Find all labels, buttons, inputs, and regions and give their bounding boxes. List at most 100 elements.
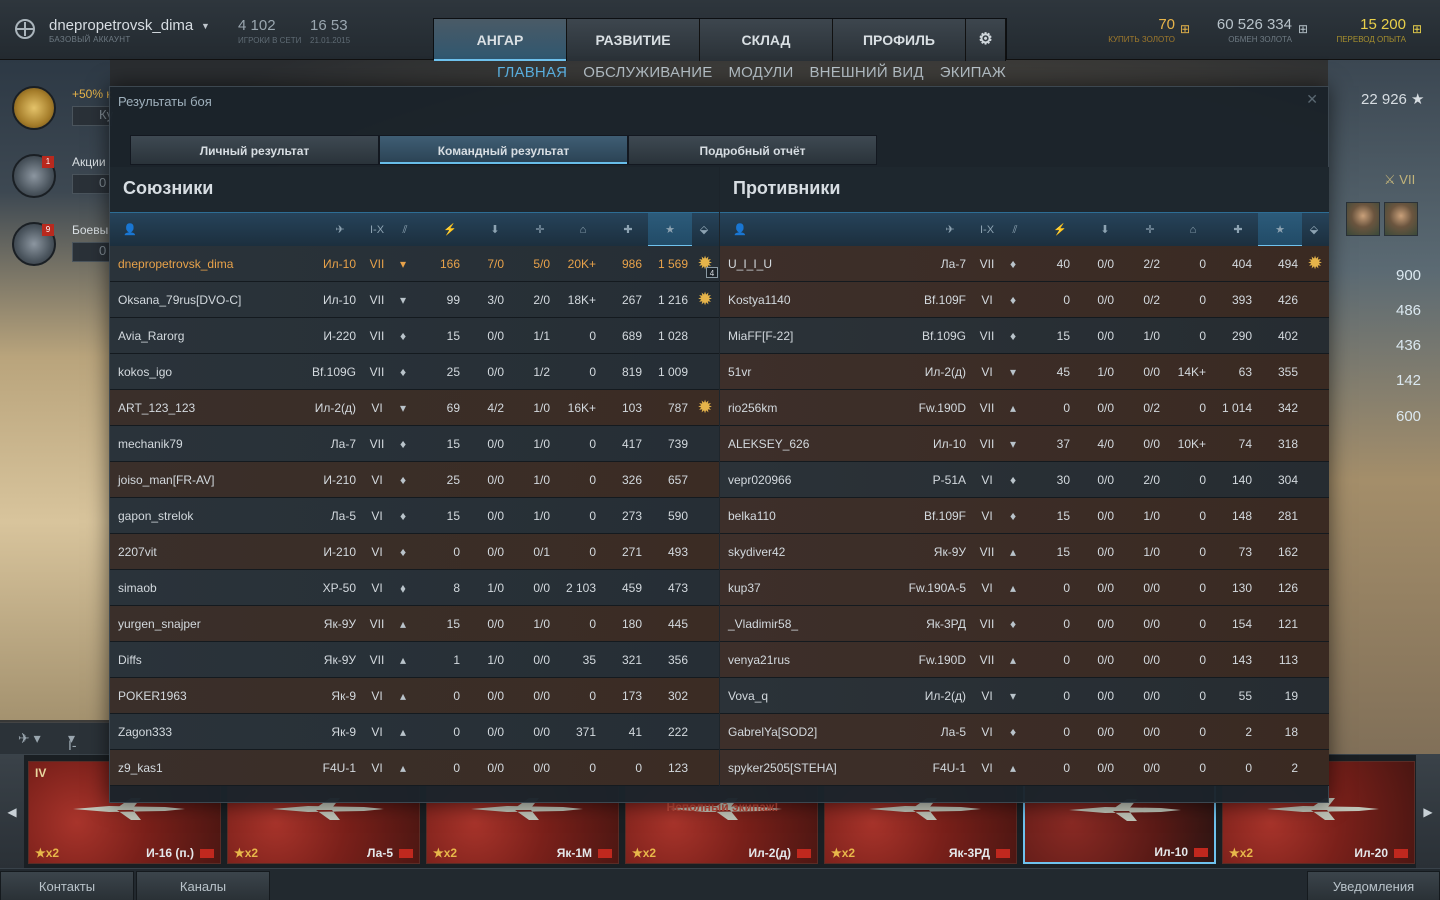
contacts-button[interactable]: Контакты <box>0 871 134 900</box>
player-column-icon[interactable]: 👤 <box>110 213 150 247</box>
subnav-service[interactable]: ОБСЛУЖИВАНИЕ <box>575 64 720 81</box>
ally-row[interactable]: dnepropetrovsk_dima Ил-10 VII ▾ 166 7/0 5/0 20K… <box>110 246 719 282</box>
enemy-row[interactable]: 51vr Ил-2(д) VI ▾ 45 1/0 0/0 14K+ 63 355 <box>720 354 1329 390</box>
enemy-row[interactable]: Vova_q Ил-2(д) VI ▾ 0 0/0 0/0 0 55 19 <box>720 678 1329 714</box>
assists-column-icon[interactable]: ✚ <box>1220 213 1256 247</box>
ally-row[interactable]: mechanik79 Ла-7 VII ♦ 15 0/0 1/0 0 417 739 <box>110 426 719 462</box>
xp-convert-icon[interactable]: ⊞ <box>1412 22 1422 36</box>
medal-icon[interactable]: ✹ <box>692 286 718 312</box>
ally-row[interactable]: joiso_man[FR-AV] И-210 VI ♦ 25 0/0 1/0 0 326 657 <box>110 462 719 498</box>
nation-filter-icon[interactable]: ✈ ▾ <box>18 730 41 747</box>
cell-plane: P-51A <box>932 473 966 487</box>
tab-profile[interactable]: ПРОФИЛЬ <box>833 19 966 61</box>
aircraft-column-icon[interactable]: ✈ <box>315 213 365 247</box>
tab-hangar[interactable]: АНГАР <box>434 19 567 61</box>
enemy-row[interactable]: venya21rus Fw.190D VII ▴ 0 0/0 0/0 0 143 113 <box>720 642 1329 678</box>
cell-type: ▾ <box>1009 365 1017 379</box>
enemy-row[interactable]: Kostya1140 Bf.109F VI ♦ 0 0/0 0/2 0 393 426 <box>720 282 1329 318</box>
enemy-row[interactable]: vepr020966 P-51A VI ♦ 30 0/0 2/0 0 140 304 <box>720 462 1329 498</box>
medal-icon[interactable]: ✹ <box>692 394 718 420</box>
enemy-row[interactable]: MiaFF[F-22] Bf.109G VII ♦ 15 0/0 1/0 0 290 402 <box>720 318 1329 354</box>
credits-balance[interactable]: 60 526 334 ОБМЕН ЗОЛОТА <box>1208 16 1292 44</box>
tier-column-header[interactable]: I-X <box>365 213 389 247</box>
enemy-row[interactable]: skydiver42 Як-9У VII ▴ 15 0/0 1/0 0 73 162 <box>720 534 1329 570</box>
tab-depot[interactable]: СКЛАД <box>700 19 833 61</box>
tab-team-result[interactable]: Командный результат <box>379 135 628 165</box>
ground-kills-column-icon[interactable]: ⬇ <box>480 213 510 247</box>
ally-row[interactable]: Avia_Rarorg И-220 VII ♦ 15 0/0 1/1 0 689 1 028 <box>110 318 719 354</box>
ally-row[interactable]: Oksana_79rus[DVO-C] Ил-10 VII ▾ 99 3/0 2/0 18K+… <box>110 282 719 318</box>
ally-row[interactable]: z9_kas1 F4U-1 VI ▴ 0 0/0 0/0 0 0 123 <box>110 750 719 786</box>
cell-c: 18K+ <box>567 293 596 307</box>
channels-button[interactable]: Каналы <box>136 871 270 900</box>
subnav-main[interactable]: ГЛАВНАЯ <box>489 64 575 81</box>
credits-exchange-icon[interactable]: ⊞ <box>1298 22 1308 36</box>
score-column-icon[interactable]: ★ <box>1258 213 1302 247</box>
carousel-right-arrow[interactable]: ▶ <box>1416 755 1440 869</box>
air-kills-column-icon[interactable]: ✛ <box>525 213 555 247</box>
crew-gunner-avatar[interactable] <box>1384 202 1418 236</box>
ally-row[interactable]: POKER1963 Як-9 VI ▴ 0 0/0 0/0 0 173 302 <box>110 678 719 714</box>
notifications-button[interactable]: Уведомления <box>1307 871 1440 900</box>
status-column-icon[interactable]: ⬙ <box>692 213 716 247</box>
enemy-row[interactable]: U_I_I_U Ла-7 VII ♦ 40 0/0 2/2 0 404 494 ✹ <box>720 246 1329 282</box>
ground-damage-column-icon[interactable]: ⌂ <box>1175 213 1211 247</box>
status-column-icon[interactable]: ⬙ <box>1302 213 1326 247</box>
class-column-icon[interactable]: ⫽ <box>1000 213 1030 247</box>
gold-balance[interactable]: 70 КУПИТЬ ЗОЛОТО <box>1100 16 1175 44</box>
wings-emblem-icon[interactable] <box>12 86 56 130</box>
ally-row[interactable]: kokos_igo Bf.109G VII ♦ 25 0/0 1/2 0 819 1 009 <box>110 354 719 390</box>
player-column-icon[interactable]: 👤 <box>720 213 760 247</box>
tab-detailed-report[interactable]: Подробный отчёт <box>628 135 877 165</box>
aircraft-column-icon[interactable]: ✈ <box>925 213 975 247</box>
enemy-row[interactable]: rio256km Fw.190D VII ▴ 0 0/0 0/2 0 1 014 342 <box>720 390 1329 426</box>
ally-row[interactable]: Diffs Як-9У VII ▴ 1 1/0 0/0 35 321 356 <box>110 642 719 678</box>
medal-icon[interactable]: ✹ 4 <box>692 250 718 278</box>
enemy-row[interactable]: belka110 Bf.109F VI ♦ 15 0/0 1/0 0 148 281 <box>720 498 1329 534</box>
nation-flag-icon <box>996 849 1010 858</box>
enemy-row[interactable]: _Vladimir58_ Як-3РД VII ♦ 0 0/0 0/0 0 154 121 <box>720 606 1329 642</box>
ally-row[interactable]: 2207vit И-210 VI ♦ 0 0/0 0/1 0 271 493 <box>110 534 719 570</box>
ground-kills-column-icon[interactable]: ⬇ <box>1090 213 1120 247</box>
chevron-down-icon[interactable]: ▼ <box>201 21 210 31</box>
enemy-row[interactable]: GabrelYa[SOD2] Ла-5 VI ♦ 0 0/0 0/0 0 2 18 <box>720 714 1329 750</box>
assists-column-icon[interactable]: ✚ <box>610 213 646 247</box>
promo-box[interactable]: 0 <box>72 174 112 194</box>
enemy-row[interactable]: kup37 Fw.190A-5 VI ▴ 0 0/0 0/0 0 130 126 <box>720 570 1329 606</box>
tier-column-header[interactable]: I-X <box>975 213 999 247</box>
crew-pilot-avatar[interactable] <box>1346 202 1380 236</box>
damage-column-icon[interactable]: ⚡ <box>435 213 465 247</box>
tier-filter[interactable]: I-X ▾ <box>68 730 77 769</box>
bonus-box[interactable]: Ку <box>72 106 113 126</box>
subnav-crew[interactable]: ЭКИПАЖ <box>932 64 1014 81</box>
account-name[interactable]: dnepropetrovsk_dima <box>49 17 193 34</box>
damage-column-icon[interactable]: ⚡ <box>1045 213 1075 247</box>
enemy-row[interactable]: ALEKSEY_626 Ил-10 VII ▾ 37 4/0 0/0 10K+ 74 318 <box>720 426 1329 462</box>
free-xp-balance[interactable]: 15 200 ПЕРЕВОД ОПЫТА <box>1330 16 1406 44</box>
medal-icon[interactable]: ✹ <box>1302 250 1328 276</box>
settings-gear-icon[interactable]: ⚙ <box>966 19 1006 61</box>
gold-plus-icon[interactable]: ⊞ <box>1180 22 1190 36</box>
ally-row[interactable]: simaob XP-50 VI ⬧ 8 1/0 0/0 2 103 459 473 <box>110 570 719 606</box>
ally-row[interactable]: Zagon333 Як-9 VI ▴ 0 0/0 0/0 371 41 222 <box>110 714 719 750</box>
carousel-left-arrow[interactable]: ◀ <box>0 755 24 869</box>
class-column-icon[interactable]: ⫽ <box>390 213 420 247</box>
cell-type: ▴ <box>399 761 407 775</box>
score-column-icon[interactable]: ★ <box>648 213 692 247</box>
enemy-row[interactable]: spyker2505[STEHA] F4U-1 VI ▴ 0 0/0 0/0 0 0 2 <box>720 750 1329 786</box>
tab-research[interactable]: РАЗВИТИЕ <box>567 19 700 61</box>
tab-personal-result[interactable]: Личный результат <box>130 135 379 165</box>
cell-dmg: 40 <box>1056 257 1070 271</box>
subnav-appearance[interactable]: ВНЕШНИЙ ВИД <box>801 64 931 81</box>
ally-row[interactable]: ART_123_123 Ил-2(д) VI ▾ 69 4/2 1/0 16K+ 103 787 ✹ <box>110 390 719 426</box>
ground-damage-column-icon[interactable]: ⌂ <box>565 213 601 247</box>
air-kills-column-icon[interactable]: ✛ <box>1135 213 1165 247</box>
ally-row[interactable]: gapon_strelok Ла-5 VI ♦ 15 0/0 1/0 0 273 590 <box>110 498 719 534</box>
enemies-title: Противники <box>733 178 841 198</box>
game-logo-icon[interactable] <box>14 18 36 40</box>
battle-missions-box[interactable]: 0 <box>72 242 112 262</box>
close-icon[interactable]: ✕ <box>1306 91 1318 108</box>
cell-xp: 143 <box>1231 653 1252 667</box>
ally-row[interactable]: yurgen_snajper Як-9У VII ▴ 15 0/0 1/0 0 180 445 <box>110 606 719 642</box>
subnav-modules[interactable]: МОДУЛИ <box>720 64 801 81</box>
